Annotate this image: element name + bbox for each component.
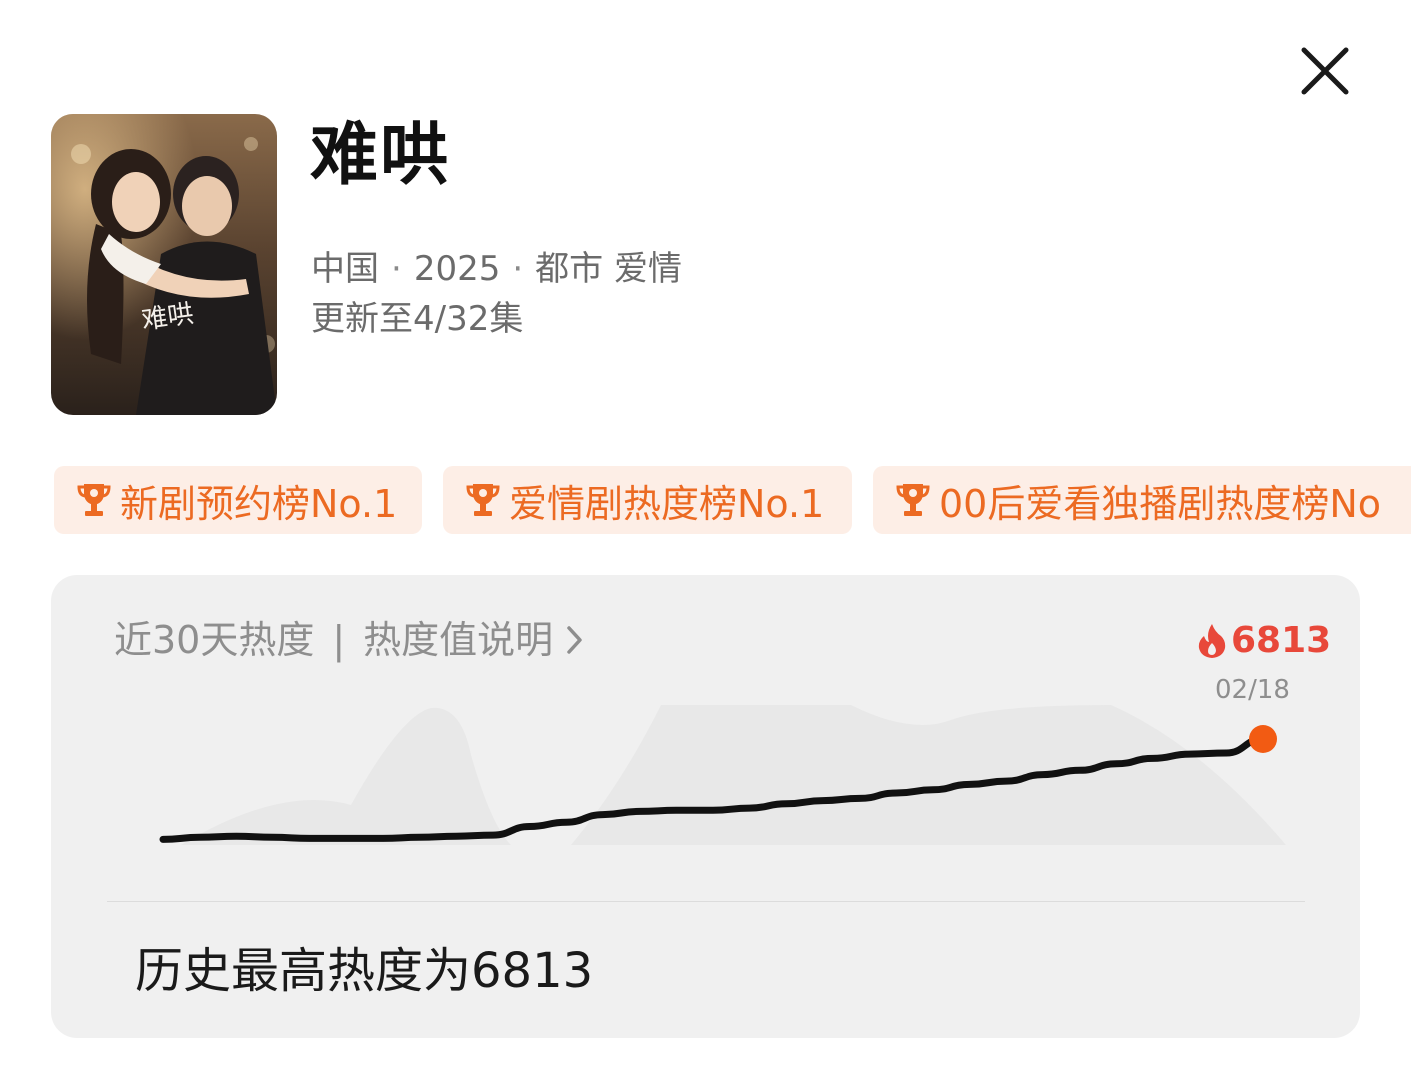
genres: 都市 爱情: [535, 249, 682, 289]
current-heat: 6813: [1197, 623, 1331, 659]
close-button[interactable]: [1294, 40, 1356, 102]
ranking-badge[interactable]: 新剧预约榜No.1: [54, 466, 422, 534]
heat-endpoint-dot[interactable]: [1249, 725, 1277, 753]
current-heat-date: 02/18: [1215, 675, 1290, 705]
badge-label: 00后爱看独播剧热度榜No: [939, 481, 1382, 526]
card-divider: [107, 901, 1305, 902]
header-divider: |: [332, 618, 346, 662]
heat-period-label: 近30天热度: [114, 618, 315, 662]
current-heat-value: 6813: [1231, 620, 1332, 661]
show-poster[interactable]: 难哄: [51, 114, 277, 415]
flame-icon: [1198, 624, 1226, 658]
country: 中国: [311, 249, 379, 289]
trophy-icon: [466, 484, 500, 516]
chevron-right-icon[interactable]: [565, 624, 585, 656]
heat-card: 近30天热度 | 热度值说明 6813 02/18 历史最高热度为6813: [51, 575, 1360, 1038]
heat-header: 近30天热度 | 热度值说明: [114, 621, 585, 659]
chart-background-shape: [571, 705, 1286, 845]
trophy-icon: [896, 484, 930, 516]
year: 2025: [413, 249, 501, 289]
badge-label: 爱情剧热度榜No.1: [509, 481, 825, 526]
meta-separator: ·: [391, 249, 402, 289]
ranking-badges: 新剧预约榜No.1 爱情剧热度榜No.1 00后爱看独播剧热度榜No: [54, 466, 1411, 536]
show-title: 难哄: [310, 116, 451, 195]
heat-explain-link[interactable]: 热度值说明: [363, 621, 553, 659]
update-status: 更新至4/32集: [311, 299, 524, 339]
ranking-badge[interactable]: 00后爱看独播剧热度榜No: [873, 466, 1411, 534]
chart-background-shape: [181, 707, 511, 845]
close-icon: [1301, 47, 1349, 95]
show-meta: 中国 · 2025 · 都市 爱情: [311, 252, 682, 286]
badge-label: 新剧预约榜No.1: [120, 481, 398, 526]
meta-separator: ·: [512, 249, 524, 289]
historical-max-heat: 历史最高热度为6813: [135, 943, 594, 999]
ranking-badge[interactable]: 爱情剧热度榜No.1: [443, 466, 852, 534]
trophy-icon: [77, 484, 111, 516]
